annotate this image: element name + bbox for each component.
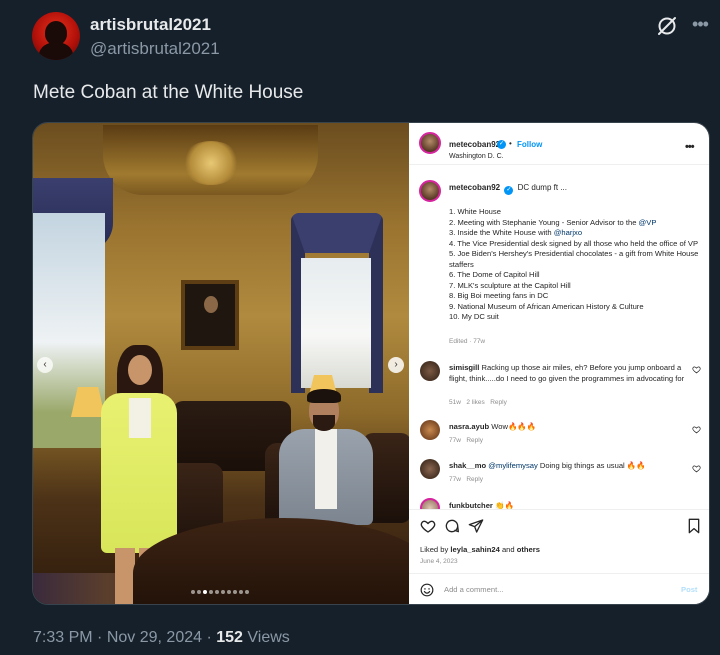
verified-icon: ✓ bbox=[497, 140, 506, 149]
caption-avatar[interactable] bbox=[419, 180, 441, 202]
instagram-photo[interactable]: ‹ › bbox=[33, 123, 409, 604]
caption-item: 3. Inside the White House with @harjxo bbox=[449, 228, 583, 237]
liked-by-others[interactable]: others bbox=[517, 545, 540, 554]
tweet: artisbrutal2021 @artisbrutal2021 ••• Met… bbox=[0, 0, 720, 655]
add-comment-input[interactable]: Add a comment... bbox=[444, 585, 504, 594]
edited-label: Edited · 77w bbox=[449, 338, 486, 345]
post-button[interactable]: Post bbox=[681, 585, 697, 594]
caption-item: 2. Meeting with Stephanie Young - Senior… bbox=[449, 217, 657, 227]
mention-link[interactable]: @mylifemysay bbox=[488, 461, 537, 470]
comment-meta: 77w Reply bbox=[449, 437, 483, 444]
display-name[interactable]: artisbrutal2021 bbox=[90, 15, 211, 35]
mention-link[interactable]: @harjxo bbox=[554, 228, 582, 237]
caption-item: 5. Joe Biden's Hershey's Presidential ch… bbox=[449, 249, 701, 269]
comment-meta: 51w 2 likes Reply bbox=[449, 399, 507, 406]
share-icon[interactable] bbox=[468, 518, 484, 534]
liked-by: Liked by leyla_sahin24 and others bbox=[420, 545, 540, 554]
heart-icon[interactable] bbox=[420, 518, 436, 534]
ceiling-ornament bbox=[181, 141, 241, 185]
caption-header: metecoban92 ✓ DC dump ft ... bbox=[449, 183, 704, 195]
caption-username[interactable]: metecoban92 bbox=[449, 183, 500, 192]
comment-likes[interactable]: 2 likes bbox=[466, 399, 484, 406]
caption-item: 10. My DC suit bbox=[449, 312, 499, 321]
comment-bar: Add a comment... Post bbox=[409, 573, 709, 604]
wall-portrait bbox=[181, 280, 239, 350]
caption-item: 8. Big Boi meeting fans in DC bbox=[449, 291, 549, 300]
instagram-panel: metecoban92 ✓ • Follow Washington D. C. … bbox=[409, 123, 709, 604]
grok-icon[interactable] bbox=[655, 14, 679, 38]
caption-lead: DC dump ft ... bbox=[517, 183, 567, 192]
carousel-next-button[interactable]: › bbox=[388, 357, 404, 373]
caption-item: 6. The Dome of Capitol Hill bbox=[449, 270, 540, 279]
heart-icon[interactable] bbox=[692, 425, 701, 434]
commenter-avatar[interactable] bbox=[420, 459, 440, 479]
caption-item: 4. The Vice Presidential desk signed by … bbox=[449, 238, 699, 248]
media-attachment[interactable]: ‹ › metecoban92 ✓ • Follow Washington D.… bbox=[32, 122, 710, 605]
instagram-avatar[interactable] bbox=[419, 132, 441, 154]
commenter-avatar[interactable] bbox=[420, 361, 440, 381]
dot-separator: • bbox=[509, 139, 512, 148]
carousel-dots bbox=[191, 590, 251, 596]
heart-icon[interactable] bbox=[692, 464, 701, 473]
comment-username[interactable]: simisgill bbox=[449, 363, 479, 372]
avatar[interactable] bbox=[32, 12, 80, 60]
caption-item: 9. National Museum of African American H… bbox=[449, 301, 644, 311]
reply-button[interactable]: Reply bbox=[466, 437, 483, 444]
caption-list: 1. White House 2. Meeting with Stephanie… bbox=[449, 207, 707, 323]
carousel-prev-button[interactable]: ‹ bbox=[37, 357, 53, 373]
separator: · bbox=[97, 629, 103, 646]
caption-item: 7. MLK's sculpture at the Capitol Hill bbox=[449, 280, 571, 290]
bookmark-icon[interactable] bbox=[686, 518, 702, 534]
caption-item: 1. White House bbox=[449, 207, 501, 216]
verified-icon: ✓ bbox=[504, 186, 514, 195]
comment-text: simisgill Racking up those air miles, eh… bbox=[449, 363, 685, 383]
tweet-text: Mete Coban at the White House bbox=[33, 82, 304, 103]
comment-username[interactable]: shak__mo bbox=[449, 461, 486, 470]
post-date: June 4, 2023 bbox=[420, 558, 458, 565]
comment-text: shak__mo @mylifemysay Doing big things a… bbox=[449, 461, 646, 470]
more-icon[interactable]: ••• bbox=[685, 141, 695, 153]
views-count: 152 bbox=[216, 629, 243, 646]
comment-text: nasra.ayub Wow🔥🔥🔥 bbox=[449, 422, 537, 431]
more-icon[interactable]: ••• bbox=[688, 12, 712, 36]
handle[interactable]: @artisbrutal2021 bbox=[90, 39, 220, 59]
views-label: Views bbox=[247, 629, 290, 646]
reply-button[interactable]: Reply bbox=[466, 476, 483, 483]
follow-button[interactable]: Follow bbox=[517, 140, 542, 149]
mention-link[interactable]: @VP bbox=[639, 218, 657, 227]
comment-username[interactable]: nasra.ayub bbox=[449, 422, 489, 431]
tweet-time[interactable]: 7:33 PM bbox=[33, 629, 93, 646]
commenter-avatar[interactable] bbox=[420, 420, 440, 440]
instagram-username[interactable]: metecoban92 bbox=[449, 140, 500, 149]
heart-icon[interactable] bbox=[692, 365, 701, 374]
instagram-header: metecoban92 ✓ • Follow Washington D. C. … bbox=[409, 123, 709, 165]
reply-button[interactable]: Reply bbox=[490, 399, 507, 406]
separator: · bbox=[206, 629, 212, 646]
comment-icon[interactable] bbox=[444, 518, 460, 534]
comment-meta: 77w Reply bbox=[449, 476, 483, 483]
emoji-icon[interactable] bbox=[420, 583, 434, 597]
window-right bbox=[301, 258, 371, 388]
liked-by-user[interactable]: leyla_sahin24 bbox=[450, 545, 499, 554]
tweet-date[interactable]: Nov 29, 2024 bbox=[107, 629, 202, 646]
location[interactable]: Washington D. C. bbox=[449, 153, 504, 160]
tweet-timestamp: 7:33 PM · Nov 29, 2024 · 152 Views bbox=[33, 629, 290, 647]
